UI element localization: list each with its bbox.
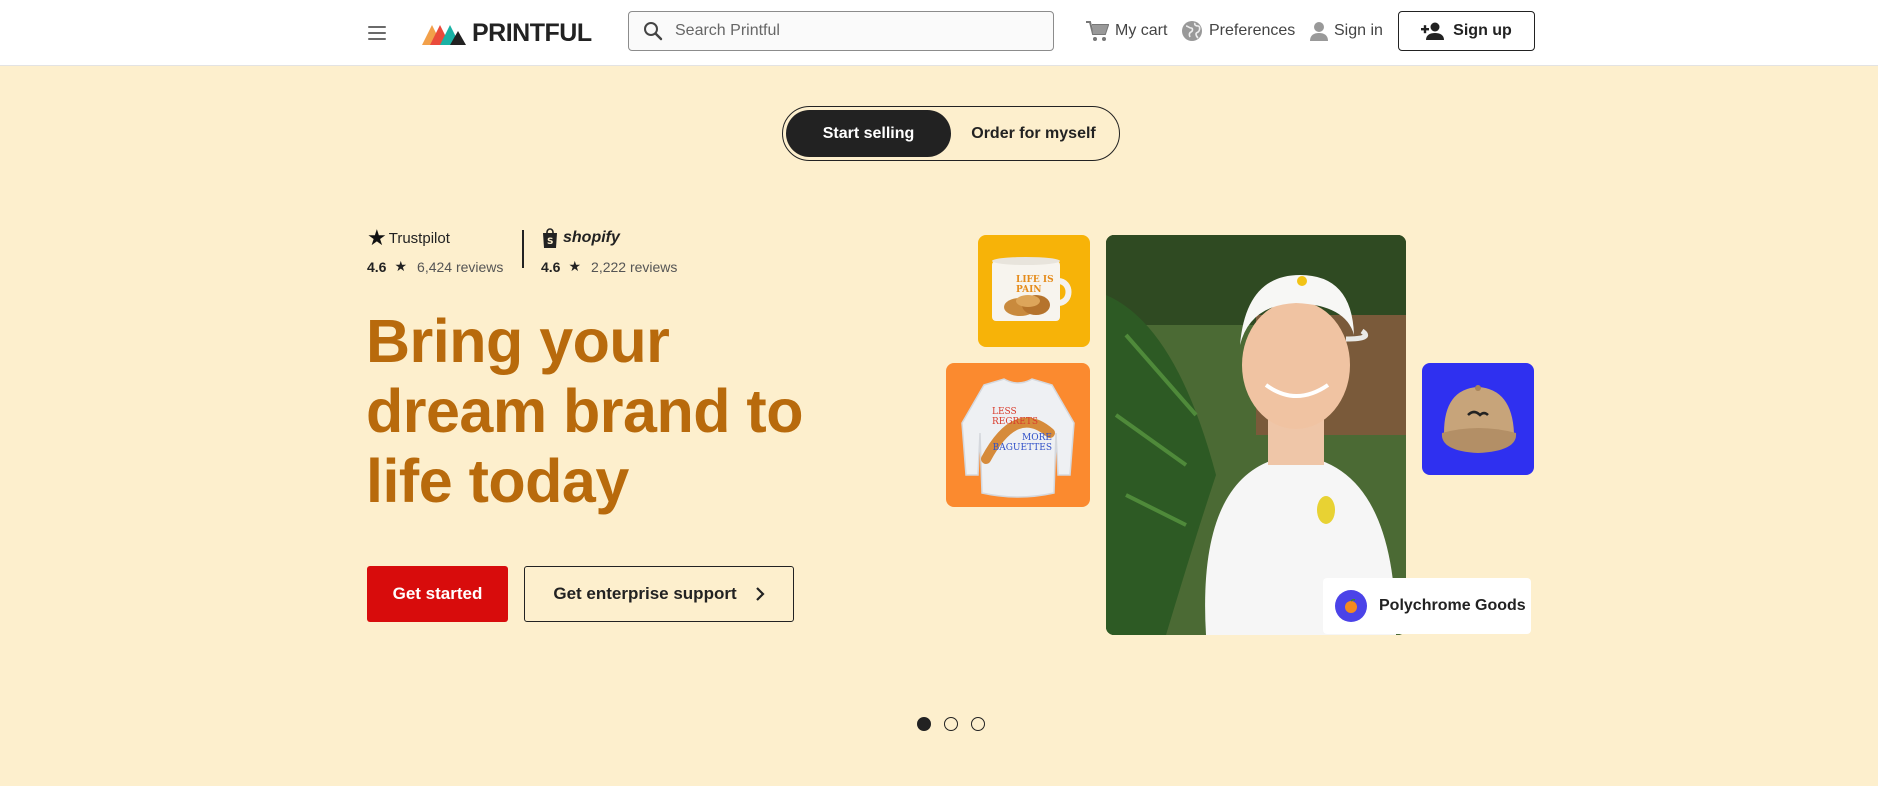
trustpilot-name: Trustpilot	[388, 229, 450, 247]
signup-label: Sign up	[1453, 22, 1512, 39]
carousel-dot-3[interactable]	[971, 717, 985, 731]
svg-text:S: S	[547, 237, 553, 247]
sweatshirt-product-image[interactable]: LESS REGRETS MORE BAGUETTES	[946, 363, 1090, 507]
shopify-rating[interactable]: S shopify 4.6 ★ 2,222 reviews	[541, 226, 677, 275]
orange-icon	[1335, 590, 1367, 622]
preferences-label: Preferences	[1209, 22, 1296, 39]
search-icon	[644, 22, 663, 41]
trustpilot-star-icon: ★	[367, 225, 387, 250]
order-for-myself-tab[interactable]: Order for myself	[951, 110, 1116, 157]
mug-product-image[interactable]: LIFE IS PAIN	[978, 235, 1090, 347]
site-header: PRINTFUL My cart Preferences Sign in	[0, 0, 1878, 66]
hat-product-image[interactable]	[1422, 363, 1534, 475]
shopify-bag-icon: S	[543, 228, 557, 248]
star-icon: ★	[568, 258, 582, 274]
shopify-score: 4.6	[541, 258, 561, 275]
hero-title: Bring your dream brand to life today	[366, 306, 886, 516]
sweatshirt-text: LESS REGRETS MORE BAGUETTES	[992, 407, 1052, 453]
start-selling-tab[interactable]: Start selling	[786, 110, 951, 157]
signup-button[interactable]: Sign up	[1398, 11, 1535, 51]
get-started-button[interactable]: Get started	[367, 566, 508, 622]
mug-text: LIFE IS PAIN	[1016, 275, 1054, 295]
user-icon	[1310, 22, 1328, 41]
shopify-reviews: 2,222 reviews	[591, 258, 678, 275]
search-box[interactable]	[628, 11, 1054, 51]
model-illustration	[1106, 235, 1406, 635]
brand-tag-label: Polychrome Goods	[1379, 597, 1526, 614]
globe-icon	[1182, 21, 1202, 41]
printful-logo[interactable]: PRINTFUL	[422, 18, 592, 48]
hero-title-line-2: dream brand to	[366, 377, 804, 445]
menu-icon[interactable]	[366, 22, 390, 44]
star-icon: ★	[394, 258, 408, 274]
trustpilot-score: 4.6	[367, 258, 387, 275]
signin-link[interactable]: Sign in	[1310, 18, 1383, 44]
trustpilot-brand: ★ Trustpilot	[367, 225, 503, 250]
trustpilot-reviews: 6,424 reviews	[417, 258, 504, 275]
get-started-label: Get started	[392, 584, 483, 603]
carousel-dot-1[interactable]	[917, 717, 931, 731]
cart-icon	[1086, 21, 1109, 41]
sweat-line-1: LESS	[992, 407, 1017, 417]
logo-text: PRINTFUL	[472, 18, 592, 47]
sweat-line-4: BAGUETTES	[992, 443, 1052, 453]
trustpilot-rating[interactable]: ★ Trustpilot 4.6 ★ 6,424 reviews	[367, 225, 504, 275]
rating-divider	[522, 230, 524, 268]
shopify-brand: S shopify	[541, 226, 677, 250]
model-photo	[1106, 235, 1406, 635]
logo-mark-icon	[422, 25, 466, 45]
brand-tag[interactable]: Polychrome Goods	[1323, 578, 1531, 634]
chevron-right-icon	[755, 587, 765, 601]
add-user-icon	[1421, 22, 1445, 40]
carousel-dot-2[interactable]	[944, 717, 958, 731]
enterprise-support-button[interactable]: Get enterprise support	[524, 566, 794, 622]
preferences-link[interactable]: Preferences	[1181, 18, 1295, 44]
enterprise-label: Get enterprise support	[553, 584, 737, 603]
sweat-line-3: MORE	[1022, 433, 1052, 443]
carousel-dots	[917, 717, 998, 731]
hat-illustration	[1441, 385, 1517, 453]
hero-title-line-1: Bring your	[366, 307, 670, 375]
cart-label: My cart	[1115, 22, 1168, 39]
shopify-name: shopify	[563, 229, 620, 246]
cart-link[interactable]: My cart	[1085, 18, 1167, 44]
hero-title-line-3: life today	[366, 447, 629, 515]
search-input[interactable]	[675, 22, 1035, 40]
signin-label: Sign in	[1334, 22, 1383, 39]
sweat-line-2: REGRETS	[992, 417, 1039, 427]
audience-toggle: Start selling Order for myself	[782, 106, 1120, 161]
